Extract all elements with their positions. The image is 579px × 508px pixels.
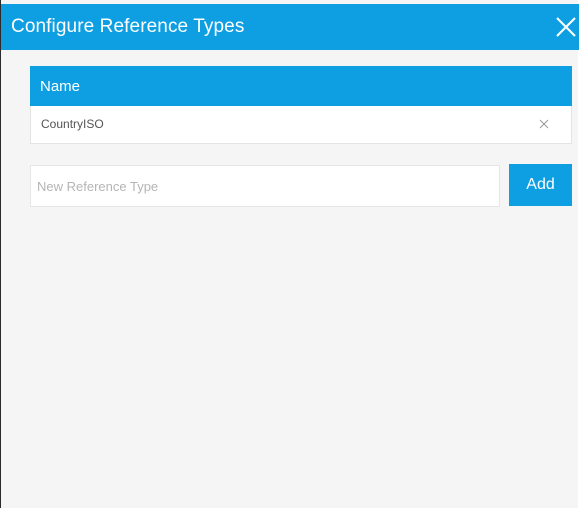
reference-types-table: Name CountryISO bbox=[30, 66, 572, 144]
name-column-header: Name bbox=[40, 78, 81, 95]
configure-reference-types-dialog: Configure Reference Types Name CountryIS… bbox=[0, 0, 579, 508]
dialog-title: Configure Reference Types bbox=[11, 16, 245, 37]
dialog-titlebar: Configure Reference Types bbox=[1, 4, 579, 50]
new-reference-type-input[interactable] bbox=[30, 165, 500, 207]
remove-reference-type-button[interactable] bbox=[535, 115, 553, 133]
add-button[interactable]: Add bbox=[509, 164, 572, 206]
close-dialog-button[interactable] bbox=[551, 10, 579, 44]
close-icon bbox=[556, 17, 576, 37]
reference-type-name: CountryISO bbox=[41, 117, 104, 131]
close-icon bbox=[539, 119, 549, 129]
table-header: Name bbox=[30, 66, 572, 106]
table-row: CountryISO bbox=[30, 106, 572, 144]
